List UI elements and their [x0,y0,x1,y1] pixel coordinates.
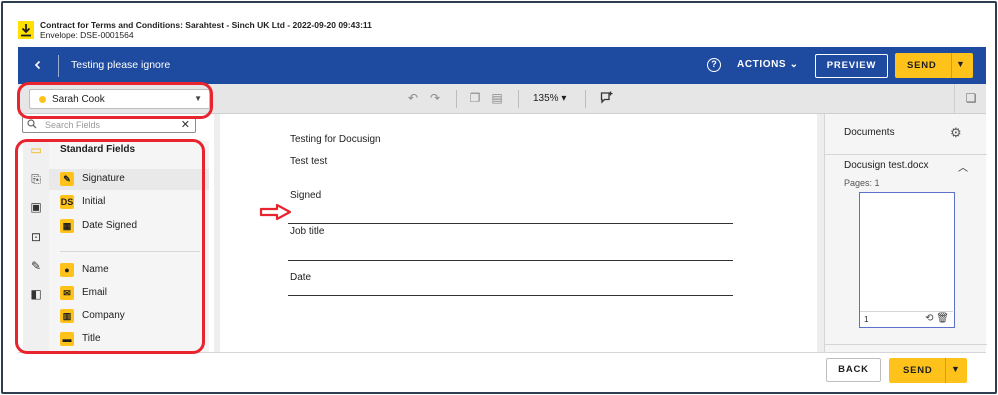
document-file-name[interactable]: Docusign test.docx [844,160,929,171]
top-bar: Testing please ignore ? ACTIONS ⌄ PREVIE… [18,47,986,84]
help-icon[interactable]: ? [707,58,721,72]
document-canvas: Testing for Docusign Test test Signed Jo… [214,114,824,352]
rotate-icon[interactable]: ⟲ [925,313,933,324]
document-page[interactable]: Testing for Docusign Test test Signed Jo… [220,114,817,352]
download-icon[interactable] [18,21,34,39]
back-arrow-button[interactable] [30,58,46,74]
page-thumbnail[interactable]: 1 ⟲ 🗑 [859,192,955,328]
thumbnail-footer: 1 ⟲ 🗑 [860,311,953,327]
envelope-id: Envelope: DSE-0001564 [40,30,134,40]
paste-icon[interactable]: ▤ [490,91,504,105]
search-placeholder: Search Fields [45,120,101,130]
toolbar-divider [456,90,457,108]
envelope-subject: Testing please ignore [71,59,171,71]
signature-line [288,223,733,224]
preview-button[interactable]: PREVIEW [815,54,888,78]
gear-icon[interactable]: ⚙ [950,125,962,141]
topbar-divider [58,55,59,77]
zoom-select[interactable]: 135% ▾ [533,93,566,104]
thumbnail-actions: ⟲ 🗑 [925,313,949,324]
redo-icon[interactable]: ↷ [428,91,442,105]
thumbnail-page-number: 1 [864,315,869,324]
back-button[interactable]: BACK [826,358,881,382]
toolbar-divider [954,84,955,114]
chevron-left-icon [34,60,41,70]
document-page-count: Pages: 1 [844,178,880,188]
toolbar-divider [585,90,586,108]
annotation-outline-recipient [17,82,213,119]
panel-divider [825,344,987,345]
search-icon [27,119,37,132]
chevron-up-icon[interactable]: ︿ [958,159,968,174]
send-split-divider [951,53,952,78]
envelope-title: Contract for Terms and Conditions: Sarah… [40,20,372,30]
send-button-bottom[interactable]: SEND ▼ [889,358,967,383]
send-options-caret-icon[interactable]: ▼ [951,364,961,374]
send-button-label: SEND [903,365,933,376]
send-options-caret-icon[interactable]: ▼ [956,59,966,69]
envelope-header: Contract for Terms and Conditions: Sarah… [18,18,372,42]
doc-date-label: Date [290,272,312,283]
panel-divider [825,154,987,155]
send-split-divider [945,358,946,383]
send-button-top[interactable]: SEND ▼ [895,53,973,78]
trash-icon[interactable]: 🗑 [936,313,949,324]
date-line [288,295,733,296]
job-title-line [288,260,733,261]
send-button-label: SEND [907,60,937,71]
add-comment-icon[interactable] [599,91,613,105]
actions-menu-button[interactable]: ACTIONS ⌄ [737,59,799,70]
doc-paragraph: Test test [290,156,328,167]
doc-signed-label: Signed [290,190,322,201]
clear-search-icon[interactable]: ✕ [181,118,190,131]
annotation-outline-fields [15,139,205,354]
copy-icon[interactable]: ❐ [468,91,482,105]
documents-title: Documents [844,127,895,138]
pages-icon[interactable]: ❏ [964,91,978,105]
doc-heading: Testing for Docusign [290,134,381,145]
toolbar-divider [518,90,519,108]
doc-job-title-label: Job title [290,226,325,237]
annotation-arrow-icon [259,203,292,221]
undo-icon[interactable]: ↶ [406,91,420,105]
documents-panel: Documents ⚙ Docusign test.docx ︿ Pages: … [824,114,987,352]
